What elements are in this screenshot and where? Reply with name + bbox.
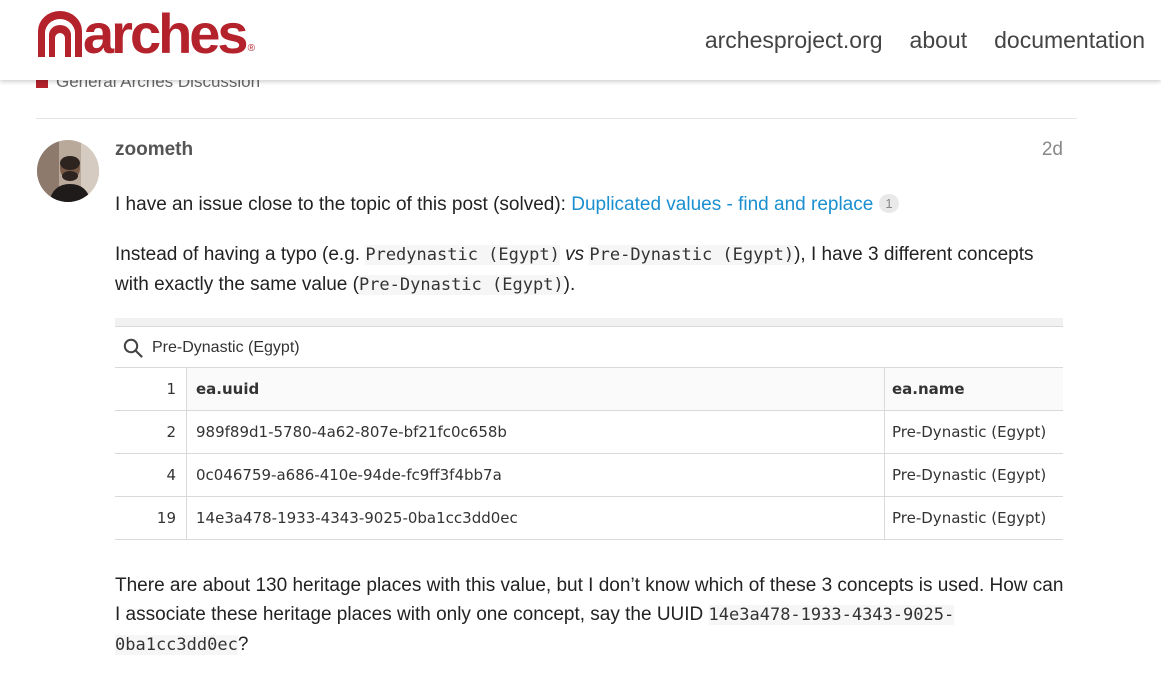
arches-logo-mark-icon <box>38 11 82 57</box>
column-header-uuid: ea.uuid <box>186 367 885 411</box>
table-row: 19 14e3a478-1933-4343-9025-0ba1cc3dd0ec … <box>115 496 1063 540</box>
paragraph-text: ? <box>237 634 249 655</box>
logo-wordmark: arches <box>83 2 249 65</box>
topic-divider <box>36 118 1077 119</box>
linked-topic-link[interactable]: Duplicated values - find and replace <box>571 194 873 215</box>
row-number: 2 <box>115 410 187 454</box>
nav-link-about[interactable]: about <box>910 26 968 54</box>
uuid-cell: 0c046759-a686-410e-94de-fc9ff3f4bb7a <box>186 453 885 497</box>
header-nav: archesproject.org about documentation <box>705 26 1145 54</box>
post-paragraph-3: There are about 130 heritage places with… <box>115 571 1065 660</box>
post-paragraph-1: I have an issue close to the topic of th… <box>115 190 1065 219</box>
search-icon <box>123 338 143 358</box>
table-row: 4 0c046759-a686-410e-94de-fc9ff3f4bb7a P… <box>115 453 1063 497</box>
nav-link-documentation[interactable]: documentation <box>994 26 1145 54</box>
post-username[interactable]: zoometh <box>115 139 193 161</box>
inline-code: Pre-Dynastic (Egypt) <box>358 275 564 295</box>
user-avatar[interactable] <box>37 140 99 202</box>
results-table: 1 ea.uuid ea.name 2 989f89d1-5780-4a62-8… <box>115 367 1063 540</box>
screenshot-top-bar <box>115 318 1063 326</box>
site-header: arches ® archesproject.org about documen… <box>0 0 1161 80</box>
post-date[interactable]: 2d <box>1020 139 1063 161</box>
registered-mark: ® <box>247 43 255 54</box>
row-number: 1 <box>115 367 187 411</box>
name-cell: Pre-Dynastic (Egypt) <box>884 410 1063 454</box>
name-cell: Pre-Dynastic (Egypt) <box>884 453 1063 497</box>
paragraph-text: I have an issue close to the topic of th… <box>115 194 572 215</box>
row-number: 4 <box>115 453 187 497</box>
table-header-row: 1 ea.uuid ea.name <box>115 367 1063 411</box>
table-search-bar: Pre-Dynastic (Egypt) <box>115 326 1063 368</box>
paragraph-text: ). <box>563 274 576 295</box>
post-paragraph-2: Instead of having a typo (e.g. Predynast… <box>115 240 1065 300</box>
emphasis-text: vs <box>565 244 585 265</box>
inline-code: Pre-Dynastic (Egypt) <box>589 245 795 265</box>
avatar-photo-icon <box>37 140 99 202</box>
arches-logo[interactable]: arches ® <box>35 2 255 65</box>
row-number: 19 <box>115 496 187 540</box>
embedded-table-screenshot[interactable]: Pre-Dynastic (Egypt) 1 ea.uuid ea.name 2… <box>115 318 1063 540</box>
nav-link-archesproject[interactable]: archesproject.org <box>705 26 883 54</box>
inline-code: Predynastic (Egypt) <box>365 245 560 265</box>
uuid-cell: 14e3a478-1933-4343-9025-0ba1cc3dd0ec <box>186 496 885 540</box>
name-cell: Pre-Dynastic (Egypt) <box>884 496 1063 540</box>
paragraph-text: Instead of having a typo (e.g. <box>115 244 366 265</box>
uuid-cell: 989f89d1-5780-4a62-807e-bf21fc0c658b <box>186 410 885 454</box>
search-query-text: Pre-Dynastic (Egypt) <box>152 339 300 356</box>
column-header-name: ea.name <box>884 367 1063 411</box>
table-row: 2 989f89d1-5780-4a62-807e-bf21fc0c658b P… <box>115 410 1063 454</box>
link-click-count-badge: 1 <box>879 194 899 213</box>
